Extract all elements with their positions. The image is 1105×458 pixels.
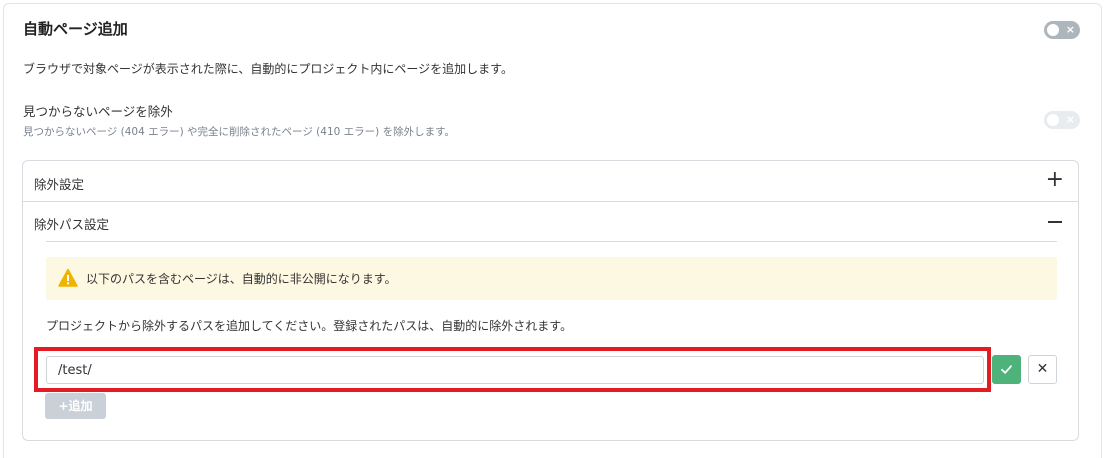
- accordion-label: 除外パス設定: [34, 217, 110, 232]
- toggle-off-icon: ×: [1065, 113, 1075, 126]
- exclude-not-found-toggle[interactable]: ×: [1044, 111, 1080, 129]
- settings-accordion: 除外設定 + 除外パス設定 以下のパスを含むページは、自動的に非公開になります。…: [22, 160, 1079, 441]
- auto-add-description: ブラウザで対象ページが表示された際に、自動的にプロジェクト内にページを追加します…: [23, 62, 513, 76]
- check-icon: [1001, 365, 1012, 374]
- accordion-header-exclude-path[interactable]: 除外パス設定: [23, 202, 1078, 242]
- toggle-off-icon: ×: [1065, 23, 1075, 36]
- add-path-button[interactable]: +追加: [45, 393, 106, 419]
- divider: [46, 241, 1057, 242]
- page-title: 自動ページ追加: [23, 20, 128, 38]
- minus-icon: [1048, 221, 1062, 223]
- exclude-path-input[interactable]: [46, 356, 984, 384]
- alert-text: 以下のパスを含むページは、自動的に非公開になります。: [86, 272, 397, 286]
- exclude-not-found-description: 見つからないページ (404 エラー) や完全に削除されたページ (410 エラ…: [23, 126, 456, 138]
- exclude-not-found-title: 見つからないページを除外: [23, 104, 173, 119]
- confirm-button[interactable]: [992, 355, 1021, 384]
- close-icon: ✕: [1036, 361, 1049, 377]
- accordion-header-exclude-settings[interactable]: 除外設定 +: [23, 161, 1078, 202]
- help-text: プロジェクトから除外するパスを追加してください。登録されたパスは、自動的に除外さ…: [46, 319, 573, 333]
- plus-icon: +: [1045, 167, 1064, 192]
- warning-alert: 以下のパスを含むページは、自動的に非公開になります。: [46, 257, 1057, 300]
- accordion-label: 除外設定: [34, 177, 85, 192]
- auto-add-toggle[interactable]: ×: [1044, 21, 1080, 39]
- cancel-button[interactable]: ✕: [1028, 355, 1057, 384]
- toggle-knob: [1047, 24, 1059, 36]
- warning-icon: [58, 268, 78, 287]
- toggle-knob: [1047, 114, 1059, 126]
